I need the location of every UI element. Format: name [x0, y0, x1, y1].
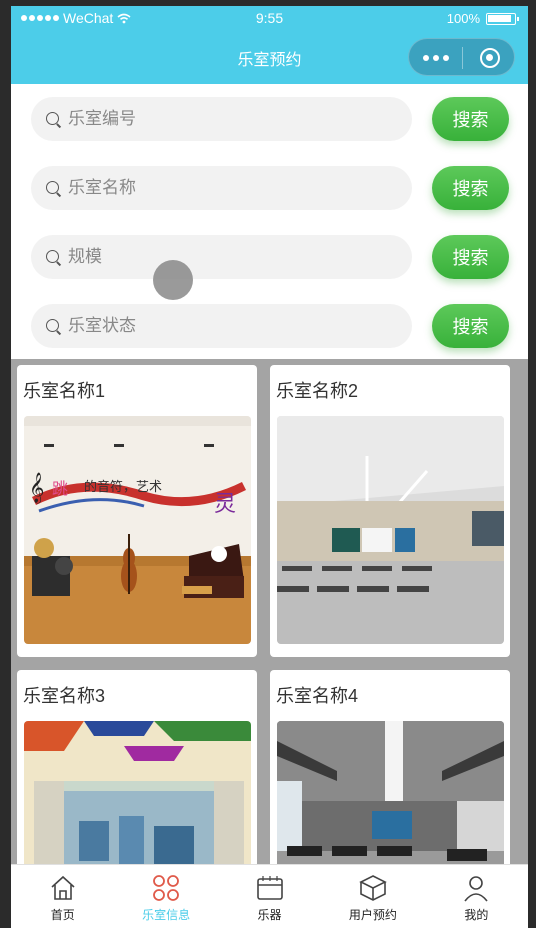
room-grid: 乐室名称1 𝄞 跳 的音符，艺术 灵 乐室名称2 乐室名称3 乐室名称4 [11, 359, 528, 890]
search-row-room-number: 搜索 [31, 97, 513, 141]
search-icon [46, 319, 59, 332]
nav-bar: 乐室预约 [11, 32, 528, 84]
scale-input[interactable] [68, 235, 398, 279]
search-icon [46, 181, 59, 194]
clover-icon [153, 875, 180, 901]
box-icon [359, 875, 387, 901]
home-icon [51, 875, 75, 900]
room-card[interactable]: 乐室名称3 [17, 670, 257, 890]
room-card[interactable]: 乐室名称4 [270, 670, 510, 890]
search-box [31, 304, 412, 348]
tab-label: 用户预约 [348, 908, 397, 922]
tab-home[interactable]: 首页 [11, 865, 114, 928]
touch-indicator [153, 260, 193, 300]
room-number-input[interactable] [68, 97, 398, 141]
svg-text:的音符，艺术: 的音符，艺术 [84, 479, 162, 495]
battery-icon [486, 12, 519, 25]
search-box [31, 235, 412, 279]
close-target-icon[interactable] [480, 48, 500, 68]
search-box [31, 97, 412, 141]
search-box [31, 166, 412, 210]
room-name-input[interactable] [68, 166, 398, 210]
instrument-icon [256, 876, 283, 900]
search-row-status: 搜索 [31, 304, 513, 348]
search-button-scale[interactable]: 搜索 [432, 235, 509, 279]
room-status-input[interactable] [68, 304, 398, 348]
mini-program-capsule [408, 38, 515, 76]
svg-text:跳: 跳 [52, 479, 68, 498]
room-name: 乐室名称1 [23, 381, 106, 401]
capsule-divider [462, 47, 463, 69]
room-card[interactable]: 乐室名称1 𝄞 跳 的音符，艺术 灵 [17, 365, 257, 657]
search-row-scale: 搜索 [31, 235, 513, 279]
tab-label: 首页 [50, 908, 75, 922]
tab-room-info[interactable]: 乐室信息 [114, 865, 217, 928]
tab-instruments[interactable]: 乐器 [218, 865, 321, 928]
room-photo [277, 416, 504, 644]
tab-mine[interactable]: 我的 [425, 865, 528, 928]
search-button-room-number[interactable]: 搜索 [432, 97, 509, 141]
tab-user-booking[interactable]: 用户预约 [321, 865, 424, 928]
battery-group: 100% [446, 11, 519, 26]
search-row-room-name: 搜索 [31, 166, 513, 210]
tab-label: 我的 [464, 908, 489, 922]
svg-text:灵: 灵 [214, 492, 236, 517]
search-button-room-name[interactable]: 搜索 [432, 166, 509, 210]
room-name: 乐室名称2 [276, 381, 359, 401]
room-photo: 𝄞 跳 的音符，艺术 灵 [24, 416, 251, 644]
tab-bar: 首页 乐室信息 乐器 用户预约 我的 [11, 864, 528, 928]
more-icon[interactable] [423, 55, 449, 61]
tab-label: 乐器 [257, 908, 282, 922]
search-panel: 搜索 搜索 搜索 搜索 [11, 84, 528, 359]
search-button-status[interactable]: 搜索 [432, 304, 509, 348]
search-icon [46, 250, 59, 263]
battery-percent: 100% [446, 11, 480, 26]
room-name: 乐室名称4 [276, 686, 359, 706]
room-name: 乐室名称3 [23, 686, 106, 706]
status-bar: WeChat 9:55 100% [11, 6, 528, 32]
search-icon [46, 112, 59, 125]
svg-text:𝄞: 𝄞 [29, 472, 44, 504]
user-icon [464, 876, 488, 902]
phone-screen: WeChat 9:55 100% 乐室预约 搜索 [11, 6, 528, 928]
room-card[interactable]: 乐室名称2 [270, 365, 510, 657]
tab-label: 乐室信息 [142, 908, 191, 922]
